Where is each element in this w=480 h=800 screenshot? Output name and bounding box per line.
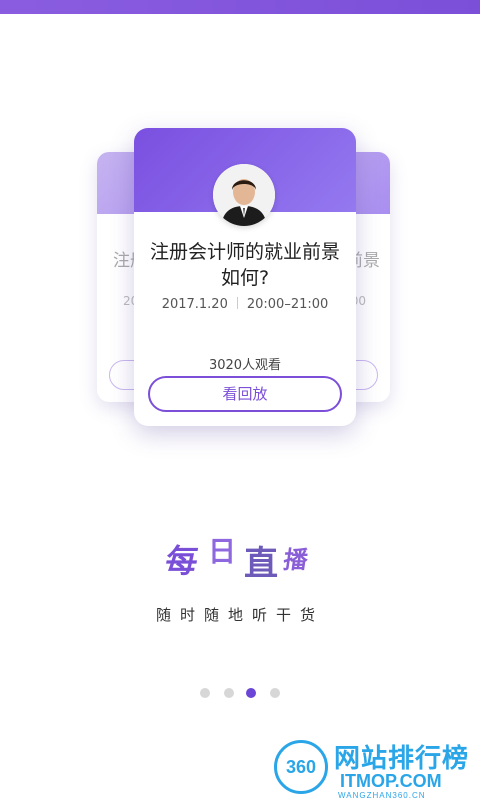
live-date: 2017.1.20 [161,297,228,312]
watermark-badge: 360 [274,740,328,794]
speaker-photo-icon [213,164,275,226]
viewer-count: 3020人观看 [208,358,282,373]
watermark: 360 网站排行榜 ITMOP.COM WANGZHAN360.CN [268,738,480,800]
logo-char: 每 [162,542,202,580]
page-dot[interactable] [200,688,210,698]
speaker-avatar [213,164,275,226]
live-card[interactable]: 注册会计师的就业前景 如何? 2017.1.20 20:00–21:00 3020… [134,128,356,426]
daily-live-logo: 每 日 直 播 [162,530,324,584]
page-dot[interactable] [224,688,234,698]
page-dot[interactable] [270,688,280,698]
live-card-title: 注册会计师的就业前景 如何? [144,239,346,291]
watermark-subdomain: WANGZHAN360.CN [338,791,426,800]
schedule-divider [236,297,238,309]
live-card-schedule: 2017.1.20 20:00–21:00 [134,297,356,312]
tagline: 随时随地听干货 [155,606,324,624]
top-accent-bar [0,0,480,14]
logo-char: 日 [208,535,237,568]
logo-char: 直 [244,544,278,584]
logo-char: 播 [281,545,310,574]
title-line-1: 注册会计师的就业前景 [149,241,340,263]
watermark-title: 网站排行榜 [334,744,470,774]
title-line-2: 如何? [220,267,270,289]
replay-button[interactable]: 看回放 [148,376,342,412]
live-time: 20:00–21:00 [246,297,329,312]
page-dot-active[interactable] [246,688,256,698]
watermark-domain: ITMOP.COM [340,771,442,791]
